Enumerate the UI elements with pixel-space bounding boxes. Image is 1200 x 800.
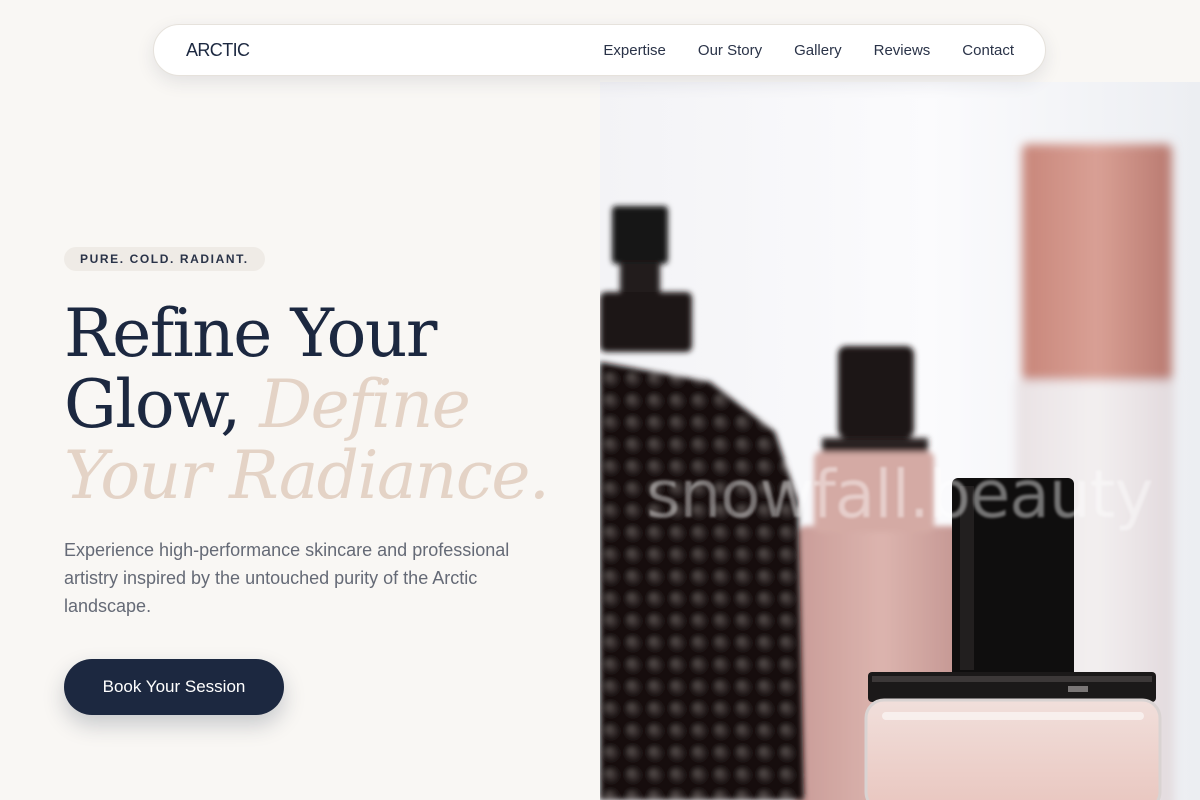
- hero-description: Experience high-performance skincare and…: [64, 540, 510, 616]
- nav-link-expertise[interactable]: Expertise: [603, 42, 666, 59]
- image-watermark: snowfall.beauty: [646, 456, 1154, 533]
- hero-product-image: snowfall.beauty: [600, 82, 1200, 800]
- nav-link-contact[interactable]: Contact: [962, 42, 1014, 59]
- brand-logo[interactable]: ARCTIC: [186, 40, 250, 61]
- hero-headline: Refine Your Glow, Define Your Radiance.: [64, 298, 584, 511]
- nav-link-gallery[interactable]: Gallery: [794, 42, 842, 59]
- headline-accent-define: Define: [259, 366, 471, 443]
- headline-line-2: Glow,: [64, 366, 260, 443]
- book-session-button[interactable]: Book Your Session: [64, 659, 284, 715]
- nav-link-reviews[interactable]: Reviews: [874, 42, 931, 59]
- nav-link-our-story[interactable]: Our Story: [698, 42, 762, 59]
- nav-links: Expertise Our Story Gallery Reviews Cont…: [603, 42, 1014, 59]
- perfume-bottles-illustration: [600, 82, 1200, 800]
- headline-accent-radiance: Your Radiance.: [64, 437, 550, 514]
- hero-badge: PURE. COLD. RADIANT.: [64, 247, 265, 271]
- headline-line-1: Refine Your: [64, 295, 437, 372]
- main-navigation: ARCTIC Expertise Our Story Gallery Revie…: [153, 24, 1046, 76]
